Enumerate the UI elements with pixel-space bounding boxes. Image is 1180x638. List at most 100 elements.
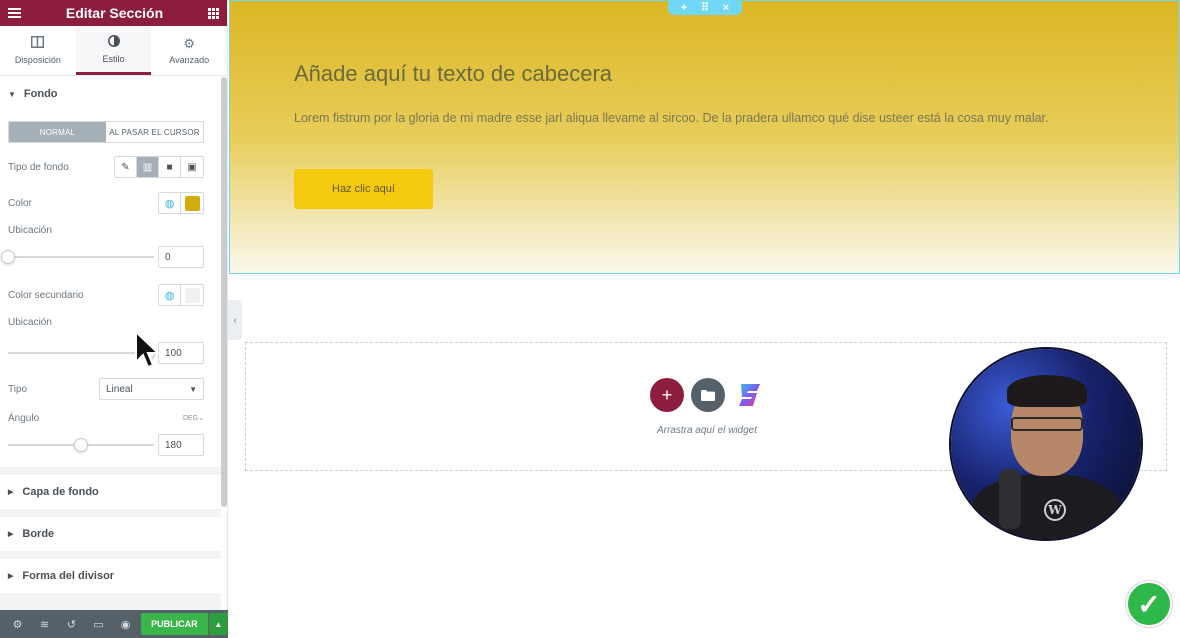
panel-tabs: Disposición Estilo ⚙ Avanzado [0,26,227,76]
hero-heading[interactable]: Añade aquí tu texto de cabecera [294,61,612,87]
brush-icon[interactable]: ✎ [115,157,137,177]
sidebar-header: Editar Sección [0,0,227,26]
gradient-type-select[interactable]: Lineal ▼ [99,378,204,400]
caret-right-icon: ▶ [8,573,14,580]
presenter-hair [1007,375,1087,407]
chevron-down-icon: ▼ [189,384,197,394]
panel-controls: ▼ Fondo NORMAL AL PASAR EL CURSOR Tipo d… [0,77,221,610]
location-label: Ubicación [8,317,52,328]
add-section-button[interactable]: + [650,378,684,412]
widgets-grid-icon[interactable] [208,7,219,19]
publish-options-caret-icon[interactable]: ▲ [208,613,228,635]
add-section-icon[interactable]: + [681,2,687,14]
slider-handle[interactable] [74,438,88,452]
angle-control: Ángulo DEG⌄ [0,407,221,429]
panel-title: Editar Sección [65,5,164,21]
section-title: Capa de fondo [22,486,99,498]
section-handle: + ⠿ × [668,0,742,15]
contrast-icon [107,34,120,49]
hero-paragraph[interactable]: Lorem fistrum por la gloria de mi madre … [294,107,1114,129]
background-type-control: Tipo de fondo ✎ ▥ ■ ▣ [0,149,221,185]
addon-logo-button[interactable] [733,378,767,412]
layers-icon[interactable]: ≋ [31,618,58,631]
hero-cta-button[interactable]: Haz clic aquí [294,169,433,209]
control-label: Tipo de fondo [8,161,69,173]
tab-avanzado[interactable]: ⚙ Avanzado [151,26,227,75]
preview-eye-icon[interactable]: ◉ [112,618,139,631]
settings-icon[interactable]: ⚙ [4,618,31,631]
gear-icon: ⚙ [183,35,195,51]
section-forma-del-divisor[interactable]: ▶ Forma del divisor [0,559,221,593]
state-tabs: NORMAL AL PASAR EL CURSOR [8,121,204,143]
unit-label: DEG [182,415,199,422]
caret-down-icon: ▼ [8,89,16,99]
section-title: Forma del divisor [22,570,115,582]
layout-icon [31,36,45,50]
location-label: Ubicación [8,225,52,236]
location-slider-row: 0 [0,241,221,273]
tab-label: Avanzado [169,54,210,65]
state-tab-hover[interactable]: AL PASAR EL CURSOR [106,122,203,142]
slider-track[interactable] [8,256,154,258]
template-library-button[interactable] [691,378,725,412]
secondary-color-control: Color secundario ◍ [0,277,221,313]
color-swatch[interactable] [181,193,203,213]
section-capa-de-fondo[interactable]: ▶ Capa de fondo [0,475,221,509]
control-label: Color secundario [8,289,84,301]
control-label: Color [8,197,32,209]
tab-estilo[interactable]: Estilo [75,26,152,75]
video-icon[interactable]: ■ [159,157,181,177]
drag-handle-icon[interactable]: ⠿ [701,1,709,14]
section-fondo: ▼ Fondo NORMAL AL PASAR EL CURSOR Tipo d… [0,77,221,467]
background-type-choices: ✎ ▥ ■ ▣ [114,156,204,178]
select-value: Lineal [106,383,133,395]
responsive-icon[interactable]: ▭ [85,618,112,631]
checkmark-badge-icon: ✓ [1126,581,1172,627]
close-icon[interactable]: × [723,2,729,14]
control-label: Tipo [8,383,28,395]
state-tab-normal[interactable]: NORMAL [9,122,106,142]
folder-icon [701,389,715,401]
mouse-pointer-icon [135,330,160,369]
color-swatch[interactable] [181,285,203,305]
section-title: Fondo [23,88,58,100]
gradient-icon[interactable]: ▥ [137,157,159,177]
editor-sidebar: Editar Sección Disposición Estilo ⚙ Avan… [0,0,228,638]
editor-app: Editar Sección Disposición Estilo ⚙ Avan… [0,0,1180,638]
section-title: Borde [22,528,55,540]
caret-right-icon: ▶ [8,531,14,538]
globe-icon[interactable]: ◍ [159,285,181,305]
history-icon[interactable]: ↺ [58,618,85,631]
angle-slider-row: 180 [0,429,221,467]
control-label: Ángulo [8,412,40,424]
angle-input[interactable]: 180 [158,434,204,456]
color-control: Color ◍ [0,185,221,221]
caret-right-icon: ▶ [8,489,14,496]
publish-button[interactable]: PUBLICAR [141,613,208,635]
section-borde[interactable]: ▶ Borde [0,517,221,551]
wordpress-logo-icon: W [1044,499,1066,521]
gradient-type-control: Tipo Lineal ▼ [0,371,221,407]
slider-track[interactable] [8,352,154,354]
presenter-glasses [1011,417,1083,431]
tab-disposicion[interactable]: Disposición [0,26,76,75]
slider-handle[interactable] [1,250,15,264]
hero-section[interactable]: Añade aquí tu texto de cabecera Lorem fi… [229,0,1180,274]
hamburger-menu-icon[interactable] [8,8,21,18]
location-input[interactable]: 100 [158,342,204,364]
location-input[interactable]: 0 [158,246,204,268]
collapse-panel-handle[interactable]: ‹ [228,300,242,340]
panel-footer: ⚙ ≋ ↺ ▭ ◉ PUBLICAR ▲ [0,610,228,638]
color-picker: ◍ [158,192,204,214]
color-picker: ◍ [158,284,204,306]
tab-label: Disposición [14,55,61,65]
globe-icon[interactable]: ◍ [159,193,181,213]
unit-selector[interactable]: DEG⌄ [183,414,204,422]
tab-label: Estilo [102,53,125,64]
presenter-webcam-overlay: W [951,349,1141,539]
panel-scrollbar[interactable] [221,77,227,507]
location-slider-row: 100 [0,337,221,369]
slideshow-icon[interactable]: ▣ [181,157,203,177]
section-fondo-header[interactable]: ▼ Fondo [0,77,221,111]
microphone [999,469,1021,529]
